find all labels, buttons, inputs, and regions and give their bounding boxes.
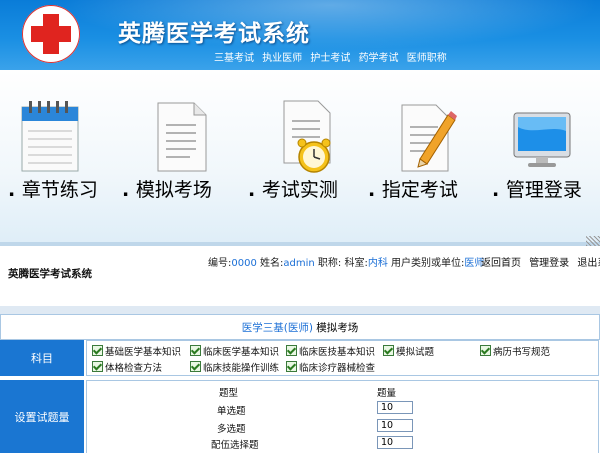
col-header-type: 题型	[219, 388, 239, 399]
single-choice-count-input[interactable]	[377, 401, 413, 414]
subject-label: 科目	[0, 340, 84, 376]
checkbox-checked-icon	[92, 361, 103, 372]
tile-admin-login[interactable]: . 管理登录	[480, 70, 600, 242]
form-title-rest: 模拟考场	[312, 322, 359, 334]
feature-menu: . 章节练习 . 模拟考场 . 考试实测 . 指定考试 . 管理登录	[0, 70, 600, 242]
top-links: 返回首页 管理登录 退出系统	[481, 254, 600, 269]
checkbox-checked-icon	[286, 345, 297, 356]
checkbox-checked-icon	[190, 345, 201, 356]
question-type-label: 多选题	[217, 424, 246, 435]
alarm-clock-document-icon	[283, 100, 331, 173]
subject-checkbox[interactable]: 临床诊疗器械检查	[286, 360, 375, 374]
tile-label: 模拟考场	[135, 179, 212, 201]
user-id: 0000	[231, 258, 257, 269]
subject-checkbox-group: 基础医学基本知识 临床医学基本知识 临床医技基本知识 模拟试题 病历书写规范 体…	[86, 340, 599, 376]
subject-checkbox[interactable]: 临床医技基本知识	[286, 344, 375, 358]
subject-checkbox[interactable]: 体格检查方法	[92, 360, 162, 374]
nav-link-zhiye[interactable]: 执业医师	[262, 53, 302, 64]
col-header-count: 题量	[377, 388, 397, 399]
subject-checkbox[interactable]: 基础医学基本知识	[92, 344, 181, 358]
tile-mock-exam[interactable]: . 模拟考场	[118, 70, 240, 242]
home-link[interactable]: 返回首页	[481, 258, 521, 269]
subject-checkbox[interactable]: 模拟试题	[383, 344, 434, 358]
quantity-table: 题型 题量 单选题 多选题 配伍选择题	[86, 380, 599, 453]
question-type-label: 配伍选择题	[211, 440, 259, 451]
tile-label: 管理登录	[505, 179, 582, 201]
red-cross-logo	[22, 5, 80, 63]
calendar-notepad-icon	[21, 101, 79, 172]
tile-assigned-exam[interactable]: . 指定考试	[358, 70, 480, 242]
checkbox-checked-icon	[190, 361, 201, 372]
subject-checkbox[interactable]: 临床技能操作训练	[190, 360, 279, 374]
document-icon	[157, 102, 207, 172]
form-title-highlight: 医学三基(医师)	[241, 322, 313, 334]
question-type-label: 单选题	[217, 406, 246, 417]
site-header: 英腾医学考试系统 三基考试 执业医师 护士考试 药学考试 医师职称	[0, 0, 600, 70]
checkbox-checked-icon	[480, 345, 491, 356]
tile-label: 考试实测	[261, 179, 338, 201]
checkbox-checked-icon	[92, 345, 103, 356]
tile-chapter-practice[interactable]: . 章节练习	[0, 70, 118, 242]
user-info-bar: 英腾医学考试系统 编号:0000 姓名:admin 职称: 科室:内科 用户类别…	[0, 246, 600, 306]
user-info: 编号:0000 姓名:admin 职称: 科室:内科 用户类别或单位:医师	[208, 258, 485, 269]
site-title: 英腾医学考试系统	[118, 21, 310, 47]
form-title-bar: 医学三基(医师) 模拟考场	[0, 314, 600, 340]
monitor-icon	[513, 112, 571, 167]
admin-login-link[interactable]: 管理登录	[529, 258, 569, 269]
nav-link-yaoxue[interactable]: 药学考试	[359, 53, 399, 64]
nav-link-sanji[interactable]: 三基考试	[214, 53, 254, 64]
subject-checkbox[interactable]: 病历书写规范	[480, 344, 550, 358]
form-top-rule	[0, 306, 600, 314]
tile-label: 指定考试	[381, 179, 458, 201]
subject-checkbox[interactable]: 临床医学基本知识	[190, 344, 279, 358]
logout-link[interactable]: 退出系统	[577, 258, 600, 269]
matching-count-input[interactable]	[377, 436, 413, 449]
nav-link-zhicheng[interactable]: 医师职称	[407, 53, 447, 64]
nav-link-hushi[interactable]: 护士考试	[310, 53, 350, 64]
checkbox-checked-icon	[286, 361, 297, 372]
pencil-document-icon	[401, 104, 457, 172]
tile-exam-test[interactable]: . 考试实测	[240, 70, 358, 242]
quantity-label: 设置试题量	[0, 380, 84, 453]
tile-label: 章节练习	[21, 179, 98, 201]
system-name: 英腾医学考试系统	[8, 268, 92, 280]
user-dept: 内科	[367, 258, 388, 269]
user-name: admin	[283, 258, 315, 269]
checkbox-checked-icon	[383, 345, 394, 356]
exam-category-nav: 三基考试 执业医师 护士考试 药学考试 医师职称	[214, 49, 452, 64]
multi-choice-count-input[interactable]	[377, 419, 413, 432]
